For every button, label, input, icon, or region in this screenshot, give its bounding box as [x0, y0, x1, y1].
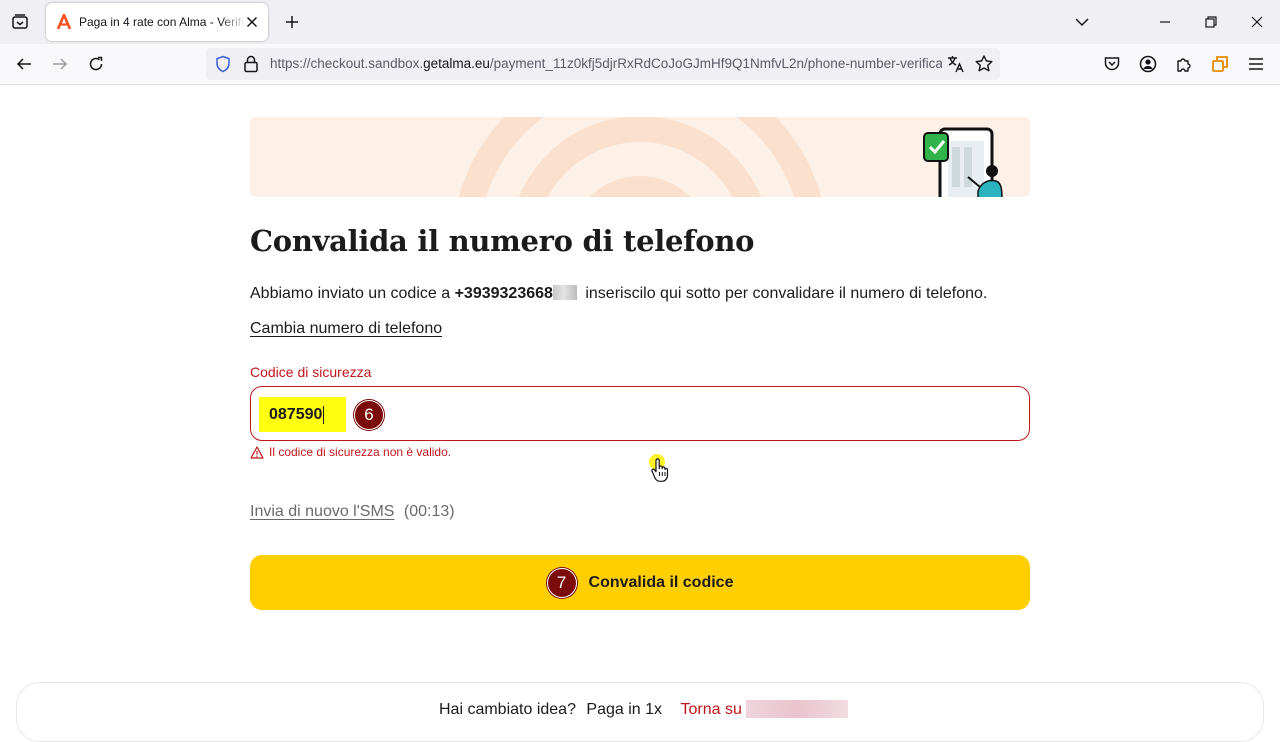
pay-once-link[interactable]: Paga in 1x — [586, 701, 662, 718]
error-message: Il codice di sicurezza non è valido. — [269, 445, 452, 459]
close-tab-icon[interactable] — [242, 12, 262, 32]
text-caret — [323, 405, 325, 424]
restore-button[interactable] — [1197, 8, 1225, 36]
warning-icon — [250, 445, 264, 459]
header-banner — [250, 117, 1030, 197]
step-badge-7: 7 — [546, 567, 577, 598]
reload-button[interactable] — [82, 50, 110, 78]
tab-title: Paga in 4 rate con Alma - Verifica del n… — [79, 15, 245, 29]
step-badge-6: 6 — [354, 400, 384, 430]
forward-button[interactable] — [46, 50, 74, 78]
alma-logo-icon — [56, 14, 72, 30]
resend-sms-link[interactable]: Invia di nuovo l'SMS — [250, 503, 394, 520]
back-button[interactable] — [10, 50, 38, 78]
shield-icon[interactable] — [214, 55, 232, 78]
intro-before: Abbiamo inviato un codice a — [250, 285, 455, 302]
back-to-merchant-link[interactable]: Torna su — [680, 701, 741, 718]
code-text: 087590 — [269, 405, 323, 423]
intro-after: inseriscilo qui sotto per convalidare il… — [580, 285, 988, 302]
restore-icon — [1205, 16, 1217, 28]
translate-icon[interactable] — [946, 54, 966, 79]
new-tab-button[interactable] — [278, 8, 306, 36]
security-code-label: Codice di sicurezza — [250, 364, 372, 380]
validate-code-button[interactable]: 7 Convalida il codice — [250, 555, 1030, 610]
pocket-icon[interactable] — [1098, 50, 1126, 78]
footer-question: Hai cambiato idea? — [439, 701, 576, 718]
page-title: Convalida il numero di telefono — [250, 224, 755, 258]
address-bar[interactable]: https://checkout.sandbox.getalma.eu/paym… — [206, 48, 1000, 80]
close-window-button[interactable] — [1243, 8, 1271, 36]
resend-countdown: (00:13) — [403, 503, 455, 520]
reload-icon — [89, 56, 103, 71]
redacted-merchant-name — [746, 700, 849, 718]
minimize-button[interactable] — [1151, 8, 1179, 36]
validate-code-label: Convalida il codice — [588, 573, 734, 591]
browser-tab-active[interactable]: Paga in 4 rate con Alma - Verifica del n… — [46, 3, 268, 41]
star-icon[interactable] — [974, 54, 994, 79]
security-code-error: Il codice di sicurezza non è valido. — [250, 445, 451, 459]
puzzle-icon[interactable] — [1170, 50, 1198, 78]
plus-icon — [286, 16, 298, 28]
banner-illustration — [458, 117, 1003, 197]
chevron-down-icon — [1075, 18, 1089, 27]
phone-number: +3939323668 — [454, 285, 553, 302]
navigation-toolbar: https://checkout.sandbox.getalma.eu/paym… — [0, 44, 1280, 85]
security-code-value[interactable]: 087590 — [259, 397, 346, 432]
lock-icon[interactable] — [243, 55, 259, 78]
containers-icon[interactable] — [1206, 50, 1234, 78]
account-icon[interactable] — [1134, 50, 1162, 78]
minimize-icon — [1160, 21, 1170, 23]
close-icon — [1251, 16, 1263, 28]
change-phone-link[interactable]: Cambia numero di telefono — [250, 320, 442, 338]
url-text[interactable]: https://checkout.sandbox.getalma.eu/paym… — [270, 56, 942, 71]
arrow-left-icon — [16, 58, 31, 70]
tab-list-icon[interactable] — [6, 8, 34, 36]
hamburger-icon[interactable] — [1242, 50, 1270, 78]
arrow-right-icon — [53, 58, 68, 70]
footer-text: Hai cambiato idea? Paga in 1x Torna su — [439, 700, 849, 719]
security-code-input[interactable]: 087590 6 — [250, 386, 1030, 441]
redacted-digits — [552, 285, 577, 300]
tab-strip: Paga in 4 rate con Alma - Verifica del n… — [0, 0, 1280, 44]
hand-cursor-icon — [651, 458, 669, 482]
intro-text: Abbiamo inviato un codice a +3939323668 … — [250, 285, 987, 303]
resend-row: Invia di nuovo l'SMS (00:13) — [250, 503, 455, 521]
list-all-tabs-button[interactable] — [1068, 8, 1096, 36]
